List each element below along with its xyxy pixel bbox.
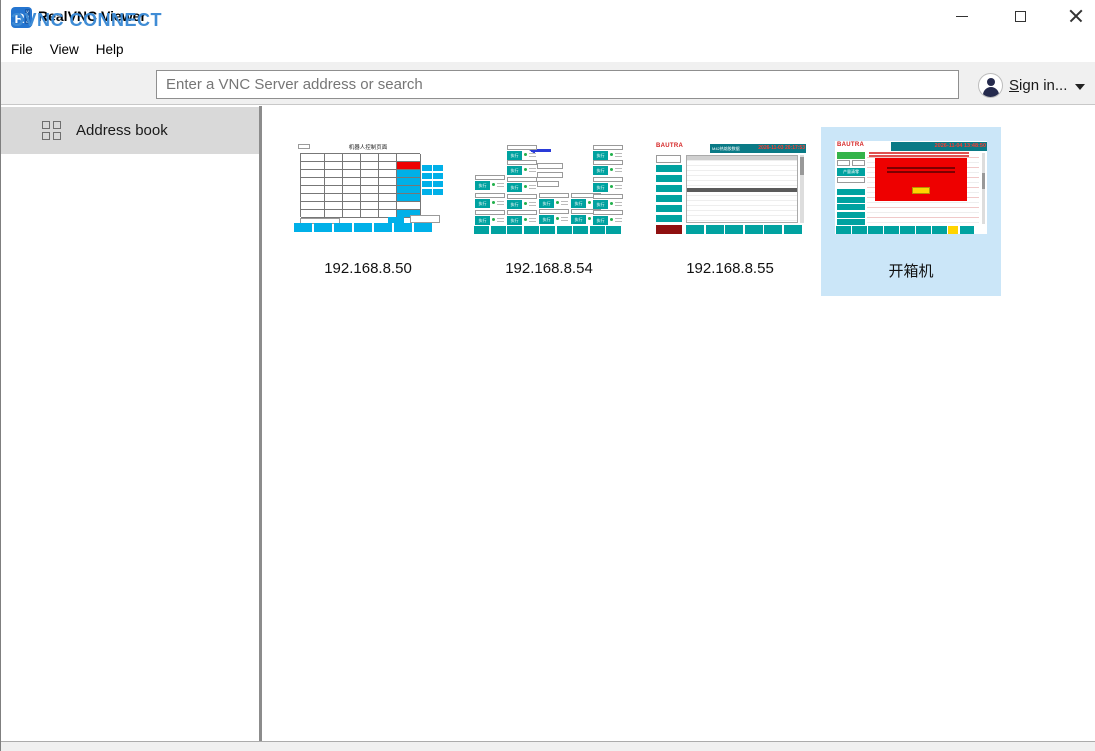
thumb-scrollbar xyxy=(982,153,985,224)
maximize-icon xyxy=(1015,11,1026,22)
server-list: 机器人控制页面 192.168.8.50 执行 执行 执行 执行 xyxy=(262,106,1095,741)
minimize-icon xyxy=(956,16,968,17)
server-name: 192.168.8.50 xyxy=(278,260,458,277)
server-tile[interactable]: BAUTRA M42热熔胶数据 2026-11-03 20:17:53 192.… xyxy=(640,127,820,296)
minimize-button[interactable] xyxy=(939,0,985,32)
server-thumbnail: 机器人控制页面 xyxy=(292,141,444,234)
highlighted-nav-button xyxy=(948,226,958,234)
bautra-logo: BAUTRA xyxy=(837,142,864,148)
sidebar: Address book xyxy=(1,106,259,741)
chevron-down-icon[interactable] xyxy=(1075,84,1085,90)
menu-view[interactable]: View xyxy=(50,42,79,57)
server-thumbnail: 执行 执行 执行 执行 执行 执行 执行 执行 执行 执行 执行 执行 执行 执… xyxy=(473,141,625,234)
thumb-scrollbar xyxy=(800,155,804,223)
menu-bar: File View Help xyxy=(1,36,1095,62)
server-name: 192.168.8.55 xyxy=(640,260,820,277)
title-bar: R VNC RealVNC Viewer xyxy=(1,0,1095,36)
status-bar xyxy=(1,741,1095,751)
alarm-dialog xyxy=(875,158,967,201)
realvnc-viewer-window: R VNC RealVNC Viewer File View Help ƆVNC… xyxy=(0,0,1095,751)
address-book-label: Address book xyxy=(76,122,168,139)
sidebar-item-address-book[interactable]: Address book xyxy=(1,107,259,154)
server-tile[interactable]: 执行 执行 执行 执行 执行 执行 执行 执行 执行 执行 执行 执行 执行 执… xyxy=(459,127,639,296)
server-address-search-input[interactable] xyxy=(156,70,959,99)
server-thumbnail: BAUTRA 2026-11-04 13:48:50 产量清零 xyxy=(835,141,987,234)
server-tile-selected[interactable]: BAUTRA 2026-11-04 13:48:50 产量清零 xyxy=(821,127,1001,296)
maximize-button[interactable] xyxy=(997,0,1043,32)
alarm-confirm-button xyxy=(912,187,930,194)
user-avatar-icon[interactable] xyxy=(978,73,1003,98)
bautra-logo: BAUTRA xyxy=(656,143,683,149)
menu-help[interactable]: Help xyxy=(96,42,124,57)
address-book-grid-icon xyxy=(42,121,61,140)
server-name: 开箱机 xyxy=(821,260,1001,281)
close-icon xyxy=(1069,9,1083,23)
menu-file[interactable]: File xyxy=(11,42,33,57)
server-thumbnail: BAUTRA M42热熔胶数据 2026-11-03 20:17:53 xyxy=(654,141,806,234)
server-name: 192.168.8.54 xyxy=(459,260,639,277)
close-button[interactable] xyxy=(1055,0,1095,32)
server-tile[interactable]: 机器人控制页面 192.168.8.50 xyxy=(278,127,458,296)
vnc-connect-logo: ƆVNC CONNECT xyxy=(11,10,162,31)
sign-in-button[interactable]: Sign in... xyxy=(1009,77,1067,94)
